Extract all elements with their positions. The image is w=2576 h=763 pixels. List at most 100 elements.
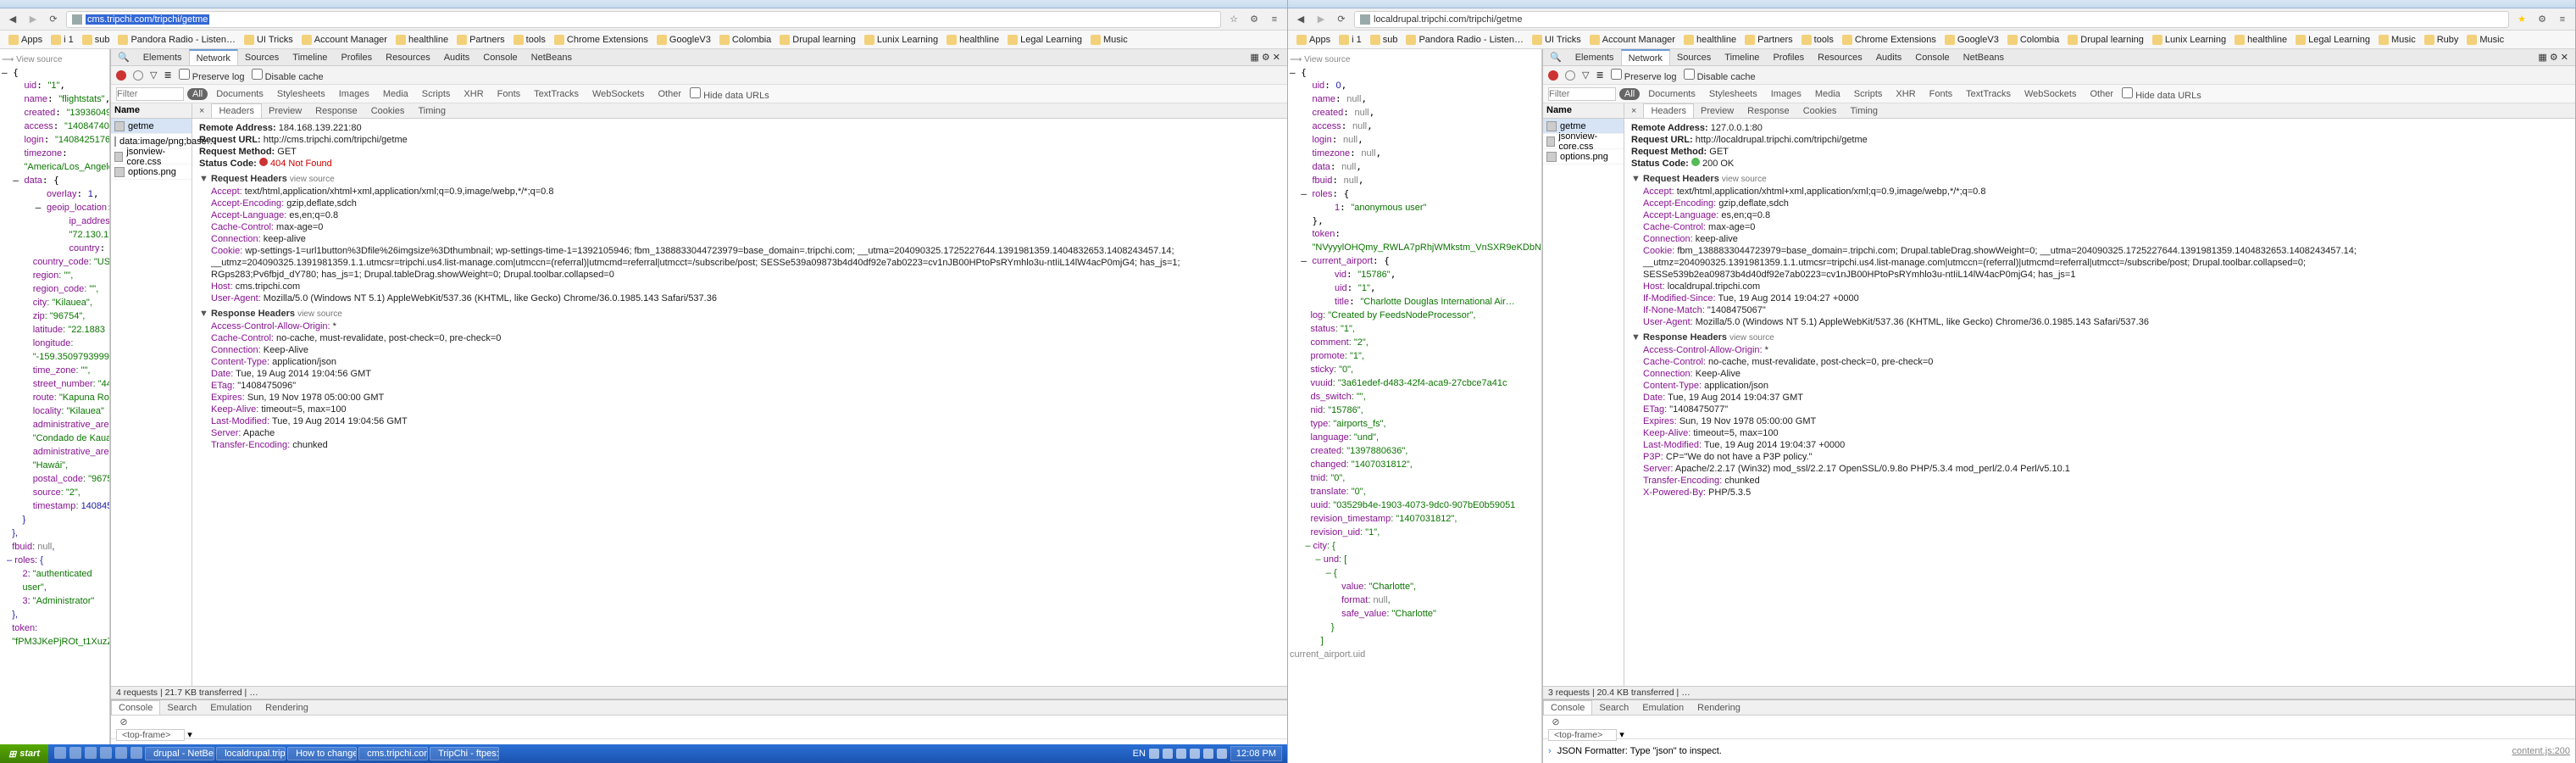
filter-pill-xhr[interactable]: XHR bbox=[1890, 88, 1920, 100]
request-row[interactable]: jsonview-core.css bbox=[1543, 134, 1624, 149]
clock[interactable]: 12:08 PM bbox=[1230, 746, 1282, 761]
devtools-tab-console[interactable]: Console bbox=[476, 49, 524, 65]
bookmark-item[interactable]: Chrome Extensions bbox=[551, 35, 652, 45]
request-row[interactable]: options.png bbox=[111, 164, 192, 180]
bookmark-item[interactable]: Music bbox=[2375, 35, 2419, 45]
menu-icon[interactable]: ≡ bbox=[2555, 12, 2570, 27]
filter-pill-fonts[interactable]: Fonts bbox=[492, 88, 526, 100]
headers-body-left[interactable]: Remote Address: 184.168.139.221:80Reques… bbox=[192, 119, 1287, 686]
bookmark-item[interactable]: Apps bbox=[5, 35, 46, 45]
bookmark-item[interactable]: GoogleV3 bbox=[653, 35, 714, 45]
back-button[interactable]: ◀ bbox=[5, 12, 20, 27]
forward-button[interactable]: ▶ bbox=[25, 12, 41, 27]
disable-cache-checkbox[interactable]: Disable cache bbox=[252, 69, 324, 82]
filter-pill-fonts[interactable]: Fonts bbox=[1924, 88, 1958, 100]
devtools-tab-resources[interactable]: Resources bbox=[379, 49, 437, 65]
drawer-tab-search[interactable]: Search bbox=[160, 700, 203, 715]
back-button[interactable]: ◀ bbox=[1293, 12, 1308, 27]
filter-pill-other[interactable]: Other bbox=[653, 88, 687, 100]
taskbar-task[interactable]: localdrupal.tripchi.c… bbox=[216, 747, 286, 760]
devtools-search-icon[interactable]: 🔍 bbox=[111, 49, 136, 65]
json-viewer-right[interactable]: ⟶ View source – { uid: 0, name: null, cr… bbox=[1288, 49, 1542, 763]
bookmark-item[interactable]: Lunix Learning bbox=[2149, 35, 2229, 45]
view-source-link[interactable]: view source bbox=[290, 175, 335, 184]
taskbar-task[interactable]: TripChi - ftpes://tripc… bbox=[430, 747, 499, 760]
bookmark-item[interactable]: tools bbox=[1798, 35, 1837, 45]
detail-tab-response[interactable]: Response bbox=[1740, 103, 1796, 118]
clear-button[interactable] bbox=[1565, 70, 1575, 81]
filter-icon[interactable]: ▽ bbox=[1582, 70, 1589, 81]
tab-strip[interactable] bbox=[1288, 0, 2575, 8]
filter-pill-media[interactable]: Media bbox=[1810, 88, 1846, 100]
detail-tab-headers[interactable]: Headers bbox=[211, 103, 262, 118]
devtools-tab-elements[interactable]: Elements bbox=[136, 49, 189, 65]
bookmark-item[interactable]: Colombia bbox=[2004, 35, 2062, 45]
bookmark-item[interactable]: tools bbox=[510, 35, 549, 45]
drawer-tab-emulation[interactable]: Emulation bbox=[1635, 700, 1690, 715]
detail-tab-cookies[interactable]: Cookies bbox=[1796, 103, 1844, 118]
forward-button[interactable]: ▶ bbox=[1313, 12, 1329, 27]
view-source-link[interactable]: view source bbox=[297, 309, 342, 319]
tray-icon[interactable] bbox=[1190, 749, 1200, 759]
filter-pill-other[interactable]: Other bbox=[2085, 88, 2119, 100]
drawer-tab-rendering[interactable]: Rendering bbox=[258, 700, 315, 715]
quicklaunch-icon[interactable] bbox=[130, 747, 142, 759]
bookmark-item[interactable]: GoogleV3 bbox=[1941, 35, 2002, 45]
detail-tab-preview[interactable]: Preview bbox=[262, 103, 308, 118]
filter-pill-texttracks[interactable]: TextTracks bbox=[1961, 88, 2016, 100]
devtools-drawer-toggle[interactable]: ▦ ⚙ ✕ bbox=[1243, 49, 1287, 65]
bookmark-item[interactable]: UI Tricks bbox=[241, 35, 297, 45]
filter-pill-images[interactable]: Images bbox=[1766, 88, 1807, 100]
detail-tab-response[interactable]: Response bbox=[308, 103, 364, 118]
header-section[interactable]: ▼ Request Headers view source bbox=[1631, 173, 2568, 186]
bookmark-item[interactable]: sub bbox=[1367, 35, 1402, 45]
request-row[interactable]: getme bbox=[111, 119, 192, 134]
url-input[interactable]: localdrupal.tripchi.com/tripchi/getme bbox=[1354, 11, 2509, 28]
clear-console-icon[interactable]: ⊘ bbox=[116, 714, 131, 729]
devtools-tab-console[interactable]: Console bbox=[1908, 49, 1956, 65]
filter-input[interactable] bbox=[116, 87, 184, 101]
devtools-tab-netbeans[interactable]: NetBeans bbox=[525, 49, 579, 65]
menu-icon[interactable]: ≡ bbox=[1267, 12, 1282, 27]
detail-tab-cookies[interactable]: Cookies bbox=[364, 103, 412, 118]
reload-button[interactable]: ⟳ bbox=[46, 12, 61, 27]
drawer-tab-console[interactable]: Console bbox=[111, 700, 160, 715]
bookmark-item[interactable]: i 1 bbox=[1335, 35, 1365, 45]
devtools-tab-profiles[interactable]: Profiles bbox=[334, 49, 379, 65]
devtools-tab-audits[interactable]: Audits bbox=[1869, 49, 1909, 65]
bookmark-item[interactable]: Music bbox=[1087, 35, 1131, 45]
drawer-tab-rendering[interactable]: Rendering bbox=[1690, 700, 1747, 715]
reload-button[interactable]: ⟳ bbox=[1334, 12, 1349, 27]
bookmark-item[interactable]: healthline bbox=[392, 35, 452, 45]
bookmark-item[interactable]: Music bbox=[2463, 35, 2507, 45]
filter-pill-documents[interactable]: Documents bbox=[211, 88, 269, 100]
filter-pill-scripts[interactable]: Scripts bbox=[417, 88, 456, 100]
timeline-icon[interactable]: ≣ bbox=[164, 70, 171, 81]
filter-pill-media[interactable]: Media bbox=[378, 88, 414, 100]
header-section[interactable]: ▼ Response Headers view source bbox=[199, 308, 1280, 320]
url-input[interactable]: cms.tripchi.com/tripchi/getme bbox=[66, 11, 1221, 28]
devtools-search-icon[interactable]: 🔍 bbox=[1543, 49, 1568, 65]
detail-tab-timing[interactable]: Timing bbox=[1843, 103, 1885, 118]
record-button[interactable] bbox=[1548, 70, 1558, 81]
taskbar-task[interactable]: drupal - NetBeans ID… bbox=[145, 747, 214, 760]
bookmark-item[interactable]: Partners bbox=[453, 35, 508, 45]
detail-tab-headers[interactable]: Headers bbox=[1643, 103, 1694, 118]
drawer-tab-search[interactable]: Search bbox=[1592, 700, 1635, 715]
devtools-tab-timeline[interactable]: Timeline bbox=[1718, 49, 1766, 65]
filter-pill-all[interactable]: All bbox=[187, 88, 208, 100]
bookmark-item[interactable]: Chrome Extensions bbox=[1839, 35, 1940, 45]
bookmark-item[interactable]: healthline bbox=[1680, 35, 1740, 45]
hide-data-urls-checkbox[interactable]: Hide data URLs bbox=[690, 87, 769, 101]
bookmark-item[interactable]: sub bbox=[79, 35, 114, 45]
record-button[interactable] bbox=[116, 70, 126, 81]
tray-icon[interactable] bbox=[1217, 749, 1227, 759]
filter-pill-stylesheets[interactable]: Stylesheets bbox=[272, 88, 330, 100]
detail-tab-preview[interactable]: Preview bbox=[1694, 103, 1740, 118]
gear-icon[interactable]: ⚙ bbox=[1246, 12, 1262, 27]
drawer-tab-console[interactable]: Console bbox=[1543, 700, 1592, 715]
devtools-tab-sources[interactable]: Sources bbox=[1670, 49, 1718, 65]
bookmark-item[interactable]: Colombia bbox=[716, 35, 774, 45]
header-section[interactable]: ▼ Response Headers view source bbox=[1631, 331, 2568, 344]
gear-icon[interactable]: ⚙ bbox=[2534, 12, 2550, 27]
